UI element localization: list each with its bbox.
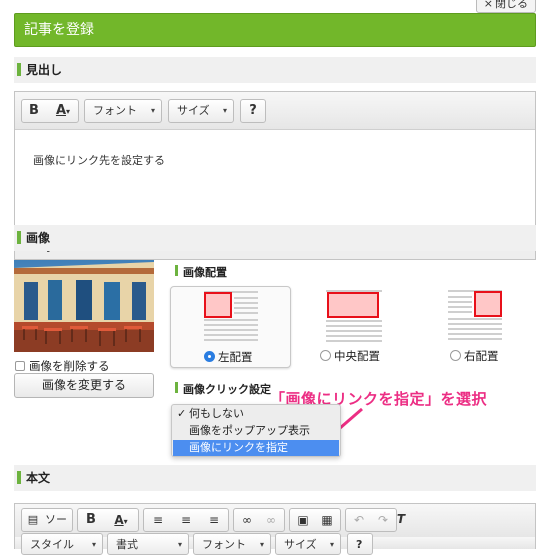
- body-format-select[interactable]: 書式 ▾: [107, 533, 189, 555]
- image-icon[interactable]: ▣: [292, 509, 314, 531]
- link-icon[interactable]: ∞: [236, 509, 258, 531]
- delete-image-label: 画像を削除する: [29, 359, 110, 373]
- image-section-label: 画像: [26, 231, 51, 245]
- radio-unselected-icon: [320, 350, 331, 361]
- checkbox-icon: [15, 361, 25, 371]
- delete-image-checkbox[interactable]: 画像を削除する: [15, 358, 110, 374]
- align-group: ≡ ≡ ≡: [143, 508, 229, 532]
- undo-icon[interactable]: ↶: [348, 509, 370, 531]
- align-center-icon[interactable]: ≡: [174, 509, 198, 531]
- font-color-icon: A: [114, 513, 124, 527]
- placement-label: 画像配置: [173, 264, 227, 280]
- placement-left-radio-row: 左配置: [204, 349, 253, 365]
- body-help-button[interactable]: ?: [347, 533, 373, 555]
- remove-format-button[interactable]: T: [387, 508, 415, 532]
- click-option-link[interactable]: 画像にリンクを指定: [173, 440, 339, 456]
- placement-right-radio-row: 右配置: [450, 348, 499, 364]
- close-button[interactable]: × 閉じる: [475, 0, 536, 13]
- chevron-down-icon: ▾: [91, 540, 96, 549]
- chevron-down-icon: ▾: [329, 540, 334, 549]
- headline-font-select[interactable]: フォント ▾: [84, 99, 162, 123]
- body-style-select[interactable]: スタイル ▾: [21, 533, 103, 555]
- source-button[interactable]: ▤ ソース: [21, 508, 73, 548]
- chevron-down-icon: ▾: [150, 106, 155, 115]
- help-icon: ?: [249, 103, 257, 118]
- font-color-button[interactable]: A▾: [48, 100, 78, 122]
- click-option-link-label: 画像にリンクを指定: [189, 441, 288, 454]
- chevron-down-icon: ▾: [177, 540, 182, 549]
- radio-selected-icon: [204, 351, 215, 362]
- placement-left-label: 左配置: [218, 350, 253, 364]
- help-icon: ?: [356, 538, 363, 551]
- source-label: ソース: [45, 513, 67, 548]
- placement-option-center[interactable]: 中央配置: [293, 286, 414, 368]
- click-option-none-label: 何もしない: [189, 407, 244, 420]
- close-icon: ×: [483, 0, 493, 10]
- placement-center-radio-row: 中央配置: [320, 348, 380, 364]
- insert-group: ▣ ▦: [289, 508, 341, 532]
- body-format-select-label: 書式: [116, 538, 138, 551]
- body-font-select[interactable]: フォント ▾: [193, 533, 271, 555]
- body-bold-button[interactable]: B: [80, 509, 102, 531]
- headline-size-select[interactable]: サイズ ▾: [168, 99, 234, 123]
- align-left-icon[interactable]: ≡: [146, 509, 170, 531]
- image-section-header: 画像: [14, 225, 536, 251]
- placement-right-label: 右配置: [464, 349, 499, 363]
- click-setting-dropdown[interactable]: ✓ 何もしない 画像をポップアップ表示 画像にリンクを指定: [171, 404, 341, 457]
- click-option-popup-label: 画像をポップアップ表示: [189, 424, 310, 437]
- headline-editor-toolbar: B A▾ フォント ▾ サイズ ▾ ?: [15, 92, 535, 130]
- headline-format-group: B A▾: [21, 99, 79, 123]
- headline-section-label: 見出し: [26, 63, 63, 77]
- close-button-label: 閉じる: [495, 0, 528, 10]
- align-right-icon[interactable]: ≡: [202, 509, 226, 531]
- unlink-icon[interactable]: ∞: [260, 509, 282, 531]
- body-section-label: 本文: [26, 471, 51, 485]
- body-font-color-button[interactable]: A▾: [106, 509, 136, 531]
- right-placement-icon: [448, 290, 502, 340]
- change-image-button[interactable]: 画像を変更する: [14, 373, 154, 398]
- click-option-popup[interactable]: 画像をポップアップ表示: [173, 423, 339, 439]
- body-editor-toolbar-row2: スタイル ▾ 書式 ▾ フォント ▾ サイズ ▾ ?: [14, 533, 536, 555]
- body-section-header: 本文: [14, 465, 536, 491]
- body-format-group: B A▾: [77, 508, 139, 532]
- click-option-none[interactable]: ✓ 何もしない: [173, 406, 339, 422]
- bold-button[interactable]: B: [22, 100, 46, 122]
- chevron-down-icon: ▾: [259, 540, 264, 549]
- headline-size-select-label: サイズ: [177, 104, 210, 117]
- placement-option-left[interactable]: 左配置: [170, 286, 291, 368]
- page-title: 記事を登録: [14, 13, 536, 47]
- body-size-select[interactable]: サイズ ▾: [275, 533, 341, 555]
- headline-editor-content[interactable]: 画像にリンク先を設定する: [15, 130, 535, 235]
- headline-text: 画像にリンク先を設定する: [33, 154, 165, 167]
- body-size-select-label: サイズ: [284, 538, 317, 551]
- left-placement-icon: [204, 291, 258, 341]
- help-button[interactable]: ?: [240, 99, 266, 123]
- font-color-icon: A: [55, 103, 67, 118]
- placement-center-label: 中央配置: [334, 349, 380, 363]
- chevron-down-icon: ▾: [222, 106, 227, 115]
- radio-unselected-icon: [450, 350, 461, 361]
- link-group: ∞ ∞: [233, 508, 285, 532]
- source-icon: ▤: [27, 513, 39, 526]
- table-icon[interactable]: ▦: [316, 509, 338, 531]
- placement-option-right[interactable]: 右配置: [415, 286, 536, 368]
- article-image-thumbnail: [14, 260, 154, 352]
- checkmark-icon: ✓: [177, 407, 187, 420]
- body-style-select-label: スタイル: [30, 538, 74, 551]
- remove-format-icon: T: [396, 512, 406, 526]
- click-setting-label: 画像クリック設定: [173, 381, 271, 397]
- body-font-select-label: フォント: [202, 538, 246, 551]
- body-editor-toolbar: ▤ ソース B A▾ ≡ ≡ ≡ ∞ ∞ ▣ ▦ ↶ ↷ T: [14, 503, 536, 548]
- center-placement-icon: [326, 290, 382, 342]
- headline-section-header: 見出し: [14, 57, 536, 83]
- headline-font-select-label: フォント: [93, 104, 137, 117]
